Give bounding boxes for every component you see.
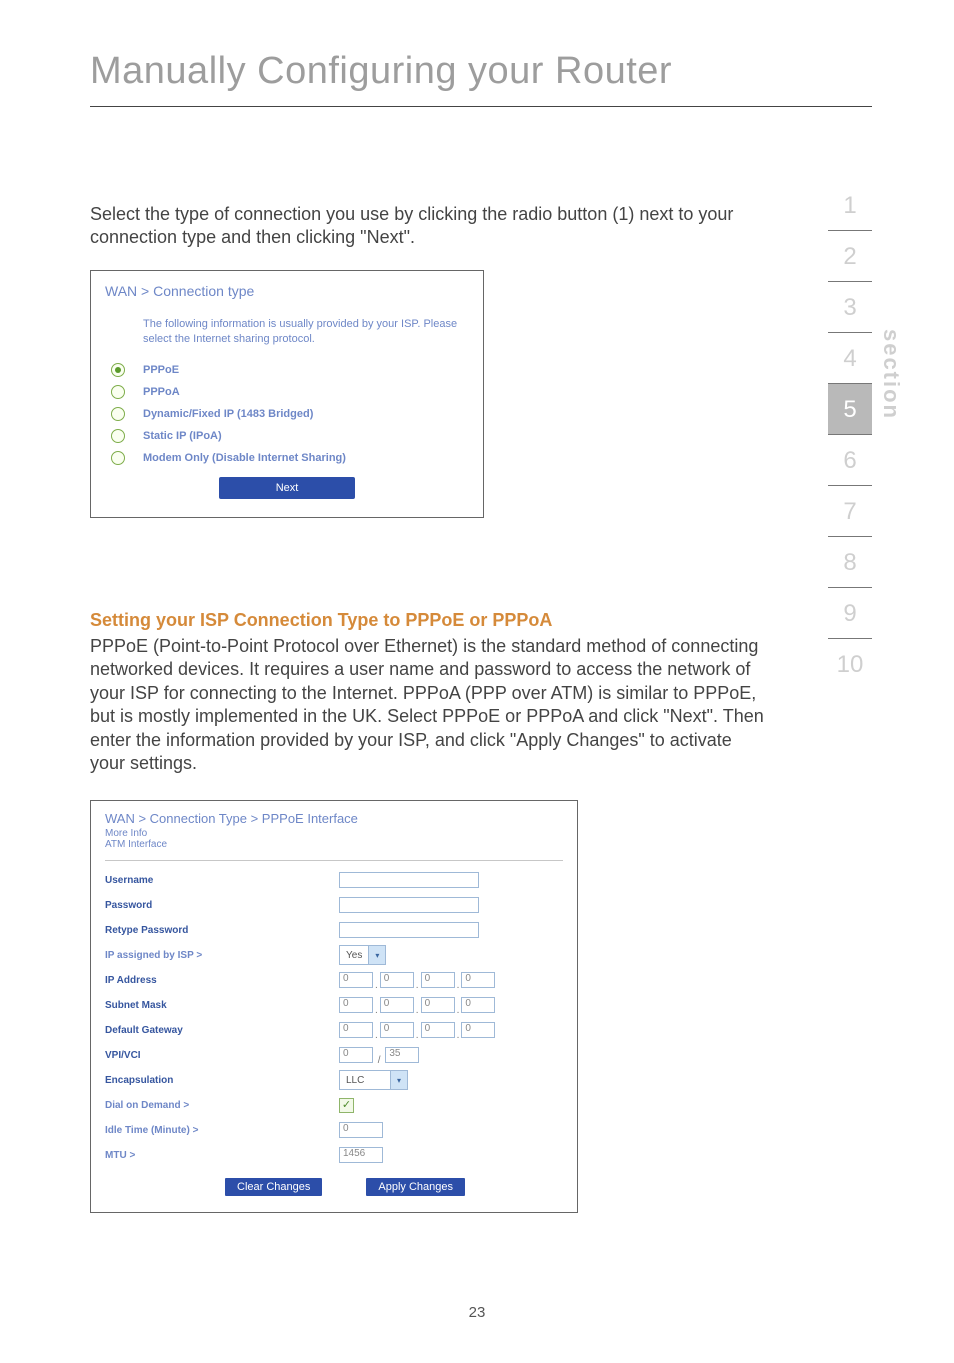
option-static-ip[interactable]: Static IP (IPoA) bbox=[111, 429, 469, 443]
section-heading: Setting your ISP Connection Type to PPPo… bbox=[90, 610, 552, 631]
mask-octet-1[interactable]: 0 bbox=[339, 997, 373, 1013]
option-label: PPPoE bbox=[143, 364, 179, 376]
option-label: Modem Only (Disable Internet Sharing) bbox=[143, 452, 346, 464]
section-label: section bbox=[878, 329, 904, 420]
gw-octet-1[interactable]: 0 bbox=[339, 1022, 373, 1038]
section-nav-3[interactable]: 3 bbox=[828, 282, 872, 333]
ip-address-label: IP Address bbox=[105, 975, 339, 986]
section-nav-4[interactable]: 4 bbox=[828, 333, 872, 384]
atm-interface-link[interactable]: ATM Interface bbox=[105, 839, 563, 850]
subnet-mask-label: Subnet Mask bbox=[105, 1000, 339, 1011]
gw-octet-4[interactable]: 0 bbox=[461, 1022, 495, 1038]
dial-on-demand-checkbox[interactable]: ✓ bbox=[339, 1098, 354, 1113]
password-input[interactable] bbox=[339, 897, 479, 913]
intro-text: Select the type of connection you use by… bbox=[90, 203, 750, 250]
clear-changes-button[interactable]: Clear Changes bbox=[225, 1178, 322, 1196]
more-info-link[interactable]: More Info bbox=[105, 828, 563, 839]
gw-octet-2[interactable]: 0 bbox=[380, 1022, 414, 1038]
vci-input[interactable]: 35 bbox=[385, 1047, 419, 1063]
username-input[interactable] bbox=[339, 872, 479, 888]
mask-octet-2[interactable]: 0 bbox=[380, 997, 414, 1013]
mask-octet-4[interactable]: 0 bbox=[461, 997, 495, 1013]
default-gateway-label: Default Gateway bbox=[105, 1025, 339, 1036]
section-nav: 1 2 3 4 5 6 7 8 9 10 bbox=[828, 180, 872, 689]
radio-icon[interactable] bbox=[111, 451, 125, 465]
radio-icon[interactable] bbox=[111, 363, 125, 377]
section-nav-2[interactable]: 2 bbox=[828, 231, 872, 282]
encapsulation-select[interactable]: LLC ▾ bbox=[339, 1070, 408, 1090]
section-nav-6[interactable]: 6 bbox=[828, 435, 872, 486]
retype-password-label: Retype Password bbox=[105, 925, 339, 936]
option-modem-only[interactable]: Modem Only (Disable Internet Sharing) bbox=[111, 451, 469, 465]
gw-octet-3[interactable]: 0 bbox=[421, 1022, 455, 1038]
ip-assigned-select[interactable]: Yes ▾ bbox=[339, 945, 386, 965]
retype-password-input[interactable] bbox=[339, 922, 479, 938]
ip-octet-4[interactable]: 0 bbox=[461, 972, 495, 988]
idle-time-input[interactable]: 0 bbox=[339, 1122, 383, 1138]
radio-icon[interactable] bbox=[111, 429, 125, 443]
mtu-input[interactable]: 1456 bbox=[339, 1147, 383, 1163]
ip-octet-1[interactable]: 0 bbox=[339, 972, 373, 988]
breadcrumb: WAN > Connection Type > PPPoE Interface bbox=[105, 811, 563, 826]
select-value: LLC bbox=[340, 1075, 390, 1086]
ip-assigned-label[interactable]: IP assigned by ISP > bbox=[105, 950, 339, 961]
pppoe-interface-panel: WAN > Connection Type > PPPoE Interface … bbox=[90, 800, 578, 1213]
select-value: Yes bbox=[340, 950, 368, 961]
option-label: PPPoA bbox=[143, 386, 180, 398]
idle-time-label[interactable]: Idle Time (Minute) > bbox=[105, 1125, 339, 1136]
panel-description: The following information is usually pro… bbox=[143, 317, 469, 347]
slash-separator: / bbox=[373, 1055, 385, 1066]
option-label: Static IP (IPoA) bbox=[143, 430, 222, 442]
apply-changes-button[interactable]: Apply Changes bbox=[366, 1178, 465, 1196]
password-label: Password bbox=[105, 900, 339, 911]
page-title: Manually Configuring your Router bbox=[90, 50, 672, 93]
vpi-input[interactable]: 0 bbox=[339, 1047, 373, 1063]
option-dynamic-fixed-ip[interactable]: Dynamic/Fixed IP (1483 Bridged) bbox=[111, 407, 469, 421]
section-nav-8[interactable]: 8 bbox=[828, 537, 872, 588]
dial-on-demand-label[interactable]: Dial on Demand > bbox=[105, 1100, 339, 1111]
radio-icon[interactable] bbox=[111, 385, 125, 399]
title-rule bbox=[90, 106, 872, 107]
encapsulation-label: Encapsulation bbox=[105, 1075, 339, 1086]
page-number: 23 bbox=[0, 1304, 954, 1321]
section-nav-10[interactable]: 10 bbox=[828, 639, 872, 689]
vpi-vci-label: VPI/VCI bbox=[105, 1050, 339, 1061]
option-pppoe[interactable]: PPPoE bbox=[111, 363, 469, 377]
section-nav-9[interactable]: 9 bbox=[828, 588, 872, 639]
section-paragraph: PPPoE (Point-to-Point Protocol over Ethe… bbox=[90, 635, 770, 775]
divider bbox=[105, 860, 563, 861]
mask-octet-3[interactable]: 0 bbox=[421, 997, 455, 1013]
option-label: Dynamic/Fixed IP (1483 Bridged) bbox=[143, 408, 313, 420]
section-nav-7[interactable]: 7 bbox=[828, 486, 872, 537]
breadcrumb: WAN > Connection type bbox=[105, 283, 469, 299]
next-button[interactable]: Next bbox=[219, 477, 355, 499]
chevron-down-icon: ▾ bbox=[390, 1071, 407, 1089]
ip-octet-2[interactable]: 0 bbox=[380, 972, 414, 988]
mtu-label[interactable]: MTU > bbox=[105, 1150, 339, 1161]
chevron-down-icon: ▾ bbox=[368, 946, 385, 964]
ip-octet-3[interactable]: 0 bbox=[421, 972, 455, 988]
option-pppoa[interactable]: PPPoA bbox=[111, 385, 469, 399]
connection-type-panel: WAN > Connection type The following info… bbox=[90, 270, 484, 518]
section-nav-5[interactable]: 5 bbox=[828, 384, 872, 435]
section-nav-1[interactable]: 1 bbox=[828, 180, 872, 231]
username-label: Username bbox=[105, 875, 339, 886]
radio-icon[interactable] bbox=[111, 407, 125, 421]
